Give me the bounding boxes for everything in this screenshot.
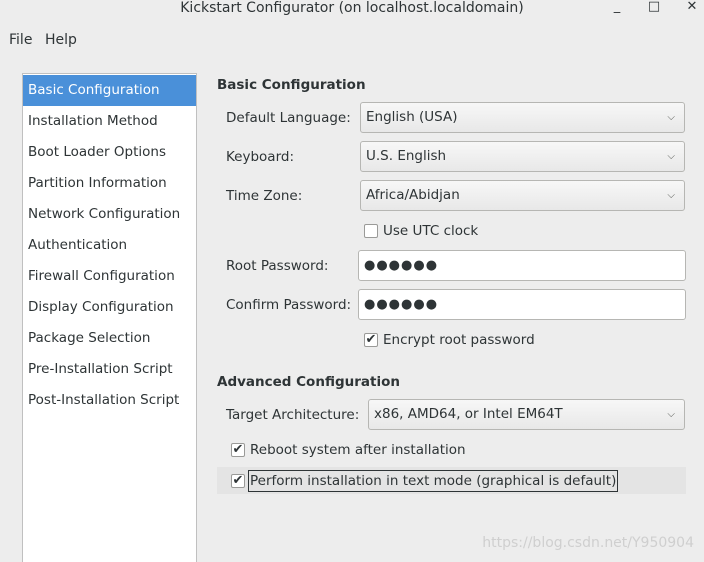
menu-file[interactable]: File <box>9 32 32 48</box>
advanced-configuration-heading: Advanced Configuration <box>217 374 400 390</box>
reboot-label: Reboot system after installation <box>250 442 466 458</box>
time-zone-label: Time Zone: <box>226 188 303 204</box>
text-mode-label: Perform installation in text mode (graph… <box>248 470 619 492</box>
keyboard-value: U.S. English <box>366 148 447 164</box>
minimize-icon[interactable]: _ <box>609 0 625 16</box>
keyboard-select[interactable]: U.S. English ⌵ <box>360 141 685 172</box>
close-icon[interactable]: ✕ <box>684 0 700 16</box>
default-language-select[interactable]: English (USA) ⌵ <box>360 102 685 133</box>
menu-help[interactable]: Help <box>45 32 77 48</box>
encrypt-root-password-checkbox[interactable]: ✔ <box>364 333 378 347</box>
reboot-checkbox[interactable]: ✔ <box>231 443 245 457</box>
confirm-password-input[interactable]: ●●●●●● <box>358 289 686 320</box>
sidebar-item-authentication[interactable]: Authentication <box>23 230 196 261</box>
keyboard-label: Keyboard: <box>226 149 295 165</box>
maximize-icon[interactable]: □ <box>646 0 662 16</box>
watermark: https://blog.csdn.net/Y950904 <box>482 535 694 551</box>
sidebar-item-network-configuration[interactable]: Network Configuration <box>23 199 196 230</box>
confirm-password-label: Confirm Password: <box>226 297 352 313</box>
default-language-label: Default Language: <box>226 110 351 126</box>
chevron-down-icon: ⌵ <box>667 409 675 420</box>
root-password-input[interactable]: ●●●●●● <box>358 250 686 281</box>
encrypt-root-password-label: Encrypt root password <box>383 332 535 348</box>
time-zone-select[interactable]: Africa/Abidjan ⌵ <box>360 180 685 211</box>
target-architecture-value: x86, AMD64, or Intel EM64T <box>374 406 563 422</box>
sidebar-item-post-installation-script[interactable]: Post-Installation Script <box>23 385 196 416</box>
sidebar-item-pre-installation-script[interactable]: Pre-Installation Script <box>23 354 196 385</box>
window-title: Kickstart Configurator (on localhost.loc… <box>180 0 524 16</box>
target-architecture-select[interactable]: x86, AMD64, or Intel EM64T ⌵ <box>368 399 685 430</box>
sidebar-item-package-selection[interactable]: Package Selection <box>23 323 196 354</box>
use-utc-clock-label: Use UTC clock <box>383 223 479 239</box>
target-architecture-label: Target Architecture: <box>226 407 360 423</box>
chevron-down-icon: ⌵ <box>667 151 675 162</box>
sidebar-item-installation-method[interactable]: Installation Method <box>23 106 196 137</box>
sidebar-item-partition-information[interactable]: Partition Information <box>23 168 196 199</box>
sidebar-item-boot-loader-options[interactable]: Boot Loader Options <box>23 137 196 168</box>
chevron-down-icon: ⌵ <box>667 112 675 123</box>
root-password-label: Root Password: <box>226 258 329 274</box>
time-zone-value: Africa/Abidjan <box>366 187 460 203</box>
sidebar-item-display-configuration[interactable]: Display Configuration <box>23 292 196 323</box>
text-mode-checkbox[interactable]: ✔ <box>231 474 245 488</box>
default-language-value: English (USA) <box>366 109 458 125</box>
sidebar-item-firewall-configuration[interactable]: Firewall Configuration <box>23 261 196 292</box>
sidebar-item-basic-configuration[interactable]: Basic Configuration <box>23 75 196 106</box>
sidebar: Basic Configuration Installation Method … <box>22 73 197 562</box>
title-bar: Kickstart Configurator (on localhost.loc… <box>0 0 704 20</box>
basic-configuration-heading: Basic Configuration <box>217 77 366 93</box>
chevron-down-icon: ⌵ <box>667 190 675 201</box>
use-utc-clock-checkbox[interactable] <box>364 224 378 238</box>
menu-bar: File Help <box>0 28 704 54</box>
